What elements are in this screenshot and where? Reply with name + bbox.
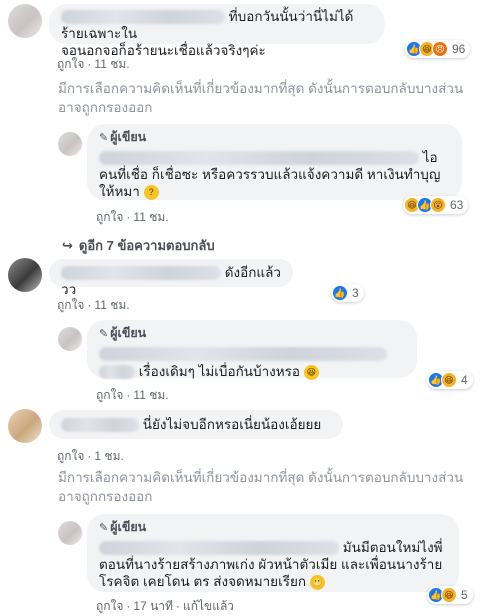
reply-bubble: ✎ ผู้เขียน เรื่องเดิมๆ ไม่เบื่อกันบ้างหรอ… bbox=[87, 320, 417, 380]
reaction-summary[interactable]: 👍 😆 5 bbox=[427, 586, 473, 604]
reaction-summary[interactable]: 👍 😆 😠 96 bbox=[405, 40, 471, 58]
reply-bubble: ✎ ผู้เขียน ไอ คนที่เชื่อ ก็เชื่อซะ หรือคว… bbox=[87, 124, 462, 200]
reply-text: เรื่องเดิมๆ ไม่เบื่อกันบ้างหรอ bbox=[138, 364, 300, 379]
reply-actions: ถูกใจ · 11 ชม. bbox=[96, 210, 169, 224]
reply-actions: ถูกใจ · 11 ชม. bbox=[96, 388, 169, 402]
wow-reaction-icon: 😮 bbox=[430, 197, 446, 213]
like-link[interactable]: ถูกใจ bbox=[96, 210, 123, 224]
thinking-emoji-icon: ? bbox=[143, 184, 159, 200]
comment-bubble: นี่ยังไม่จบอีกหรอเนี่ยน้องเอ้ยยย bbox=[49, 410, 343, 439]
angry-reaction-icon: 😠 bbox=[432, 41, 448, 57]
avatar[interactable] bbox=[8, 258, 42, 292]
redacted-text bbox=[99, 541, 339, 556]
avatar[interactable] bbox=[58, 132, 82, 156]
reaction-summary[interactable]: 👍 😆 4 bbox=[427, 371, 473, 389]
reaction-count: 5 bbox=[461, 588, 468, 602]
reply-text: ไอ bbox=[422, 150, 438, 165]
author-badge: ✎ ผู้เขียน bbox=[99, 520, 147, 534]
reply-bubble: ✎ ผู้เขียน มันมีตอนใหม่ไงพี่ ตอนที่นางร้า… bbox=[87, 514, 459, 592]
reply-text-line: ให้หมา bbox=[99, 184, 140, 199]
like-link[interactable]: ถูกใจ bbox=[96, 599, 123, 613]
haha-reaction-icon: 😆 bbox=[441, 587, 457, 603]
reply-arrow-icon: ↪ bbox=[62, 238, 73, 253]
avatar[interactable] bbox=[58, 327, 82, 351]
comment-text: นี่ยังไม่จบอีกหรอเนี่ยน้องเอ้ยยย bbox=[142, 417, 322, 432]
comment-actions: ถูกใจ · 11 ชม. bbox=[57, 57, 130, 71]
haha-reaction-icon: 😆 bbox=[441, 372, 457, 388]
view-more-replies-link[interactable]: ↪ ดูอีก 7 ข้อความตอบกลับ bbox=[62, 235, 215, 256]
redacted-name bbox=[61, 10, 225, 25]
redacted-text bbox=[99, 151, 419, 166]
like-link[interactable]: ถูกใจ bbox=[57, 57, 84, 71]
comment-actions: ถูกใจ · 11 ชม. bbox=[57, 298, 130, 312]
redacted-text bbox=[99, 365, 135, 380]
reaction-count: 63 bbox=[450, 198, 464, 212]
reply-text-line: โรคจิต เคยโดน ตร ส่งจดหมายเรียก bbox=[99, 574, 307, 589]
timestamp[interactable]: 11 ชม. bbox=[94, 57, 129, 71]
pencil-icon: ✎ bbox=[99, 328, 109, 340]
timestamp[interactable]: 17 นาที bbox=[133, 599, 173, 613]
reaction-count: 96 bbox=[452, 42, 466, 56]
reply-text-line: ตอนที่นางร้ายสร้างภาพเก่ง ผัวหน้าตัวเมีย… bbox=[99, 557, 443, 572]
redacted-name bbox=[61, 266, 221, 281]
redacted-text bbox=[99, 347, 387, 362]
avatar[interactable] bbox=[58, 521, 82, 545]
redacted-name bbox=[61, 418, 139, 433]
timestamp[interactable]: 11 ชม. bbox=[133, 388, 168, 402]
reaction-count: 4 bbox=[461, 373, 468, 387]
laughing-emoji-icon: 😆 bbox=[303, 364, 319, 380]
like-link[interactable]: ถูกใจ bbox=[57, 298, 84, 312]
author-badge: ✎ ผู้เขียน bbox=[99, 326, 147, 340]
comment-bubble: ดังอีกแล้ววว bbox=[49, 259, 293, 297]
filter-notice: มีการเลือกความคิดเห็นที่เกี่ยวข้องมากที่… bbox=[58, 81, 464, 115]
reaction-summary[interactable]: 😆 👍 😮 63 bbox=[403, 196, 469, 214]
filter-notice: มีการเลือกความคิดเห็นที่เกี่ยวข้องมากที่… bbox=[58, 470, 464, 504]
avatar[interactable] bbox=[8, 409, 42, 443]
like-link[interactable]: ถูกใจ bbox=[96, 388, 123, 402]
timestamp[interactable]: 11 ชม. bbox=[94, 298, 129, 312]
edited-label: แก้ไขแล้ว bbox=[182, 599, 235, 613]
reply-text: มันมีตอนใหม่ไงพี่ bbox=[342, 540, 443, 555]
grimace-emoji-icon: 😬 bbox=[309, 574, 325, 590]
author-badge: ✎ ผู้เขียน bbox=[99, 130, 147, 144]
timestamp[interactable]: 1 ชม. bbox=[94, 449, 123, 463]
timestamp[interactable]: 11 ชม. bbox=[133, 210, 168, 224]
reaction-count: 3 bbox=[352, 286, 359, 300]
pencil-icon: ✎ bbox=[99, 522, 109, 534]
reply-actions: ถูกใจ · 17 นาที · แก้ไขแล้ว bbox=[96, 599, 235, 613]
pencil-icon: ✎ bbox=[99, 132, 109, 144]
comment-actions: ถูกใจ · 1 ชม. bbox=[57, 449, 124, 463]
like-reaction-icon: 👍 bbox=[332, 285, 348, 301]
comment-bubble: ที่บอกวันนั้นว่านี่ไม่ได้ร้ายเฉพาะใน จอน… bbox=[49, 4, 385, 58]
avatar[interactable] bbox=[8, 4, 42, 38]
reply-text-line: คนที่เชื่อ ก็เชื่อซะ หรือควรรวบแล้วแจ้งค… bbox=[99, 167, 441, 182]
like-link[interactable]: ถูกใจ bbox=[57, 449, 84, 463]
reaction-summary[interactable]: 👍 3 bbox=[331, 284, 364, 302]
